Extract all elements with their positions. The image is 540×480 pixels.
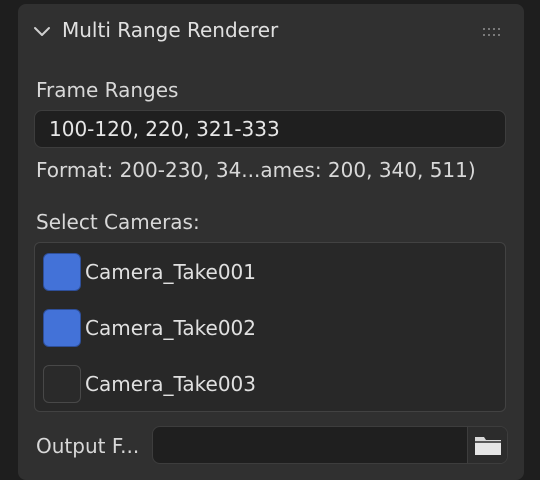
output-folder-label: Output F... — [36, 434, 140, 458]
camera-take001-checkbox[interactable] — [43, 253, 81, 291]
camera-item-take002[interactable]: Camera_Take002 — [43, 309, 483, 349]
drag-handle-icon[interactable] — [482, 24, 504, 38]
camera-take003-label: Camera_Take003 — [85, 372, 256, 396]
chevron-down-icon[interactable] — [32, 21, 52, 41]
camera-item-take001[interactable]: Camera_Take001 — [43, 253, 483, 293]
camera-take002-checkbox[interactable] — [43, 309, 81, 347]
folder-browse-button[interactable] — [467, 427, 507, 463]
camera-take001-label: Camera_Take001 — [85, 260, 256, 284]
camera-take002-label: Camera_Take002 — [85, 316, 256, 340]
frame-ranges-input[interactable]: 100-120, 220, 321-333 — [34, 110, 506, 148]
frame-ranges-hint: Format: 200-230, 34...ames: 200, 340, 51… — [36, 158, 476, 182]
output-folder-field[interactable] — [152, 426, 508, 464]
select-cameras-label: Select Cameras: — [36, 210, 200, 234]
camera-list: Camera_Take001 Camera_Take002 Camera_Tak… — [34, 242, 506, 412]
panel-header[interactable]: Multi Range Renderer — [18, 4, 524, 56]
camera-item-take003[interactable]: Camera_Take003 — [43, 365, 483, 405]
frame-ranges-label: Frame Ranges — [36, 78, 179, 102]
multi-range-renderer-panel: Multi Range Renderer Frame Ranges 100-12… — [18, 4, 524, 480]
panel-title: Multi Range Renderer — [62, 18, 279, 42]
camera-take003-checkbox[interactable] — [43, 365, 81, 403]
